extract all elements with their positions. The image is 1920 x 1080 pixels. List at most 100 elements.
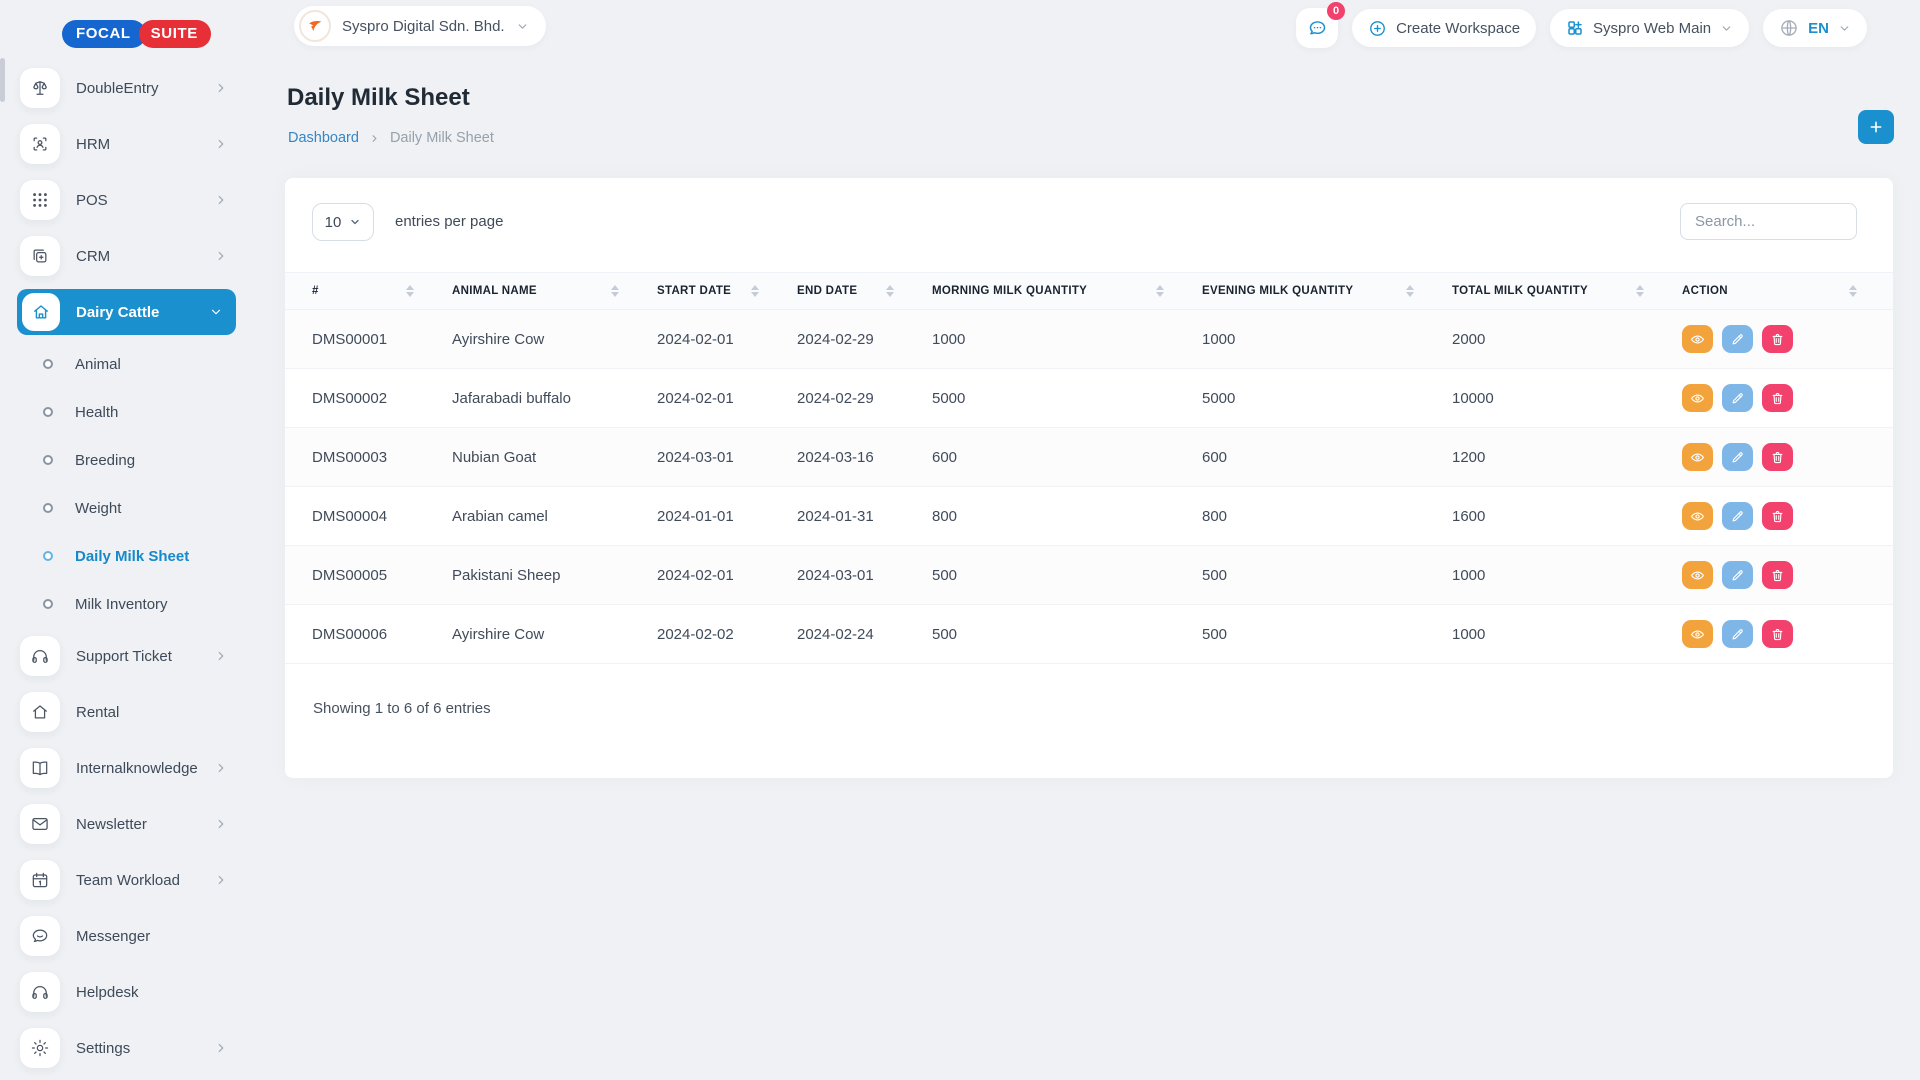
sidebar-subitem-health[interactable]: Health xyxy=(0,388,250,436)
edit-button[interactable] xyxy=(1722,502,1753,530)
cell-animal: Jafarabadi buffalo xyxy=(425,369,630,428)
edit-button[interactable] xyxy=(1722,443,1753,471)
col-header-action[interactable]: ACTION xyxy=(1655,273,1893,310)
cell-start: 2024-02-01 xyxy=(630,310,770,369)
sidebar-item-label: HRM xyxy=(76,136,110,153)
scales-icon xyxy=(20,68,60,108)
app-menu-label: Syspro Web Main xyxy=(1593,20,1711,37)
sidebar-item-team-workload[interactable]: Team Workload xyxy=(0,852,250,908)
home-icon xyxy=(22,293,60,331)
cell-id: DMS00001 xyxy=(285,310,425,369)
table-row: DMS00002 Jafarabadi buffalo 2024-02-01 2… xyxy=(285,369,1893,428)
chevron-down-icon xyxy=(1720,22,1733,35)
col-header-total-milk-quantity[interactable]: TOTAL MILK QUANTITY xyxy=(1425,273,1655,310)
cell-start: 2024-02-01 xyxy=(630,369,770,428)
view-button[interactable] xyxy=(1682,384,1713,412)
cell-id: DMS00003 xyxy=(285,428,425,487)
sidebar-menu: DoubleEntry HRM POS xyxy=(0,60,250,1076)
eye-icon xyxy=(1690,450,1705,465)
sidebar-item-label: Dairy Cattle xyxy=(76,304,159,321)
eye-icon xyxy=(1690,391,1705,406)
view-button[interactable] xyxy=(1682,443,1713,471)
cell-evening: 1000 xyxy=(1175,310,1425,369)
edit-button[interactable] xyxy=(1722,561,1753,589)
col-header-end-date[interactable]: END DATE xyxy=(770,273,905,310)
cell-id: DMS00004 xyxy=(285,487,425,546)
edit-button[interactable] xyxy=(1722,620,1753,648)
chevron-down-icon xyxy=(209,305,223,319)
view-button[interactable] xyxy=(1682,502,1713,530)
delete-button[interactable] xyxy=(1762,325,1793,353)
col-header-morning-milk-quantity[interactable]: MORNING MILK QUANTITY xyxy=(905,273,1175,310)
sidebar-item-helpdesk[interactable]: Helpdesk xyxy=(0,964,250,1020)
sidebar-subitem-breeding[interactable]: Breeding xyxy=(0,436,250,484)
delete-button[interactable] xyxy=(1762,502,1793,530)
sidebar-item-dairy-cattle[interactable]: Dairy Cattle xyxy=(17,289,236,335)
table-header-row: # ANIMAL NAME START DATE END DATE MORNIN… xyxy=(285,273,1893,310)
col-header-start-date[interactable]: START DATE xyxy=(630,273,770,310)
chevron-right-icon xyxy=(214,193,228,207)
delete-button[interactable] xyxy=(1762,620,1793,648)
eye-icon xyxy=(1690,568,1705,583)
table-summary: Showing 1 to 6 of 6 entries xyxy=(313,700,491,717)
col-header-evening-milk-quantity[interactable]: EVENING MILK QUANTITY xyxy=(1175,273,1425,310)
sidebar-item-rental[interactable]: Rental xyxy=(0,684,250,740)
per-page-select[interactable]: 10 xyxy=(312,203,374,241)
sort-icon xyxy=(406,285,414,297)
trash-icon xyxy=(1770,627,1785,642)
delete-button[interactable] xyxy=(1762,443,1793,471)
sidebar-subitem-daily-milk-sheet[interactable]: Daily Milk Sheet xyxy=(0,532,250,580)
daily-milk-sheet-table: # ANIMAL NAME START DATE END DATE MORNIN… xyxy=(285,272,1893,664)
sidebar-item-crm[interactable]: CRM xyxy=(0,228,250,284)
cell-start: 2024-02-02 xyxy=(630,605,770,664)
language-selector[interactable]: EN xyxy=(1763,9,1867,47)
envelope-icon xyxy=(20,804,60,844)
trash-icon xyxy=(1770,332,1785,347)
col-header-id[interactable]: # xyxy=(285,273,425,310)
sidebar-item-pos[interactable]: POS xyxy=(0,172,250,228)
sidebar-subitem-weight[interactable]: Weight xyxy=(0,484,250,532)
sidebar-subitem-milk-inventory[interactable]: Milk Inventory xyxy=(0,580,250,628)
eye-icon xyxy=(1690,332,1705,347)
app-menu-button[interactable]: Syspro Web Main xyxy=(1550,9,1749,47)
cell-evening: 800 xyxy=(1175,487,1425,546)
add-record-button[interactable] xyxy=(1858,110,1894,144)
sidebar-item-hrm[interactable]: HRM xyxy=(0,116,250,172)
view-button[interactable] xyxy=(1682,620,1713,648)
daily-milk-sheet-card: 10 entries per page # ANIMAL NAME START … xyxy=(285,178,1893,778)
sort-icon xyxy=(611,285,619,297)
cell-morning: 800 xyxy=(905,487,1175,546)
chevron-right-icon xyxy=(214,817,228,831)
sidebar-subitem-animal[interactable]: Animal xyxy=(0,340,250,388)
search-input[interactable] xyxy=(1680,203,1857,240)
delete-button[interactable] xyxy=(1762,384,1793,412)
eye-icon xyxy=(1690,627,1705,642)
sidebar-item-doubleentry[interactable]: DoubleEntry xyxy=(0,60,250,116)
breadcrumb-dashboard-link[interactable]: Dashboard xyxy=(288,130,359,146)
delete-button[interactable] xyxy=(1762,561,1793,589)
view-button[interactable] xyxy=(1682,561,1713,589)
sidebar-item-messenger[interactable]: Messenger xyxy=(0,908,250,964)
edit-button[interactable] xyxy=(1722,384,1753,412)
sidebar-item-internalknowledge[interactable]: Internalknowledge xyxy=(0,740,250,796)
sidebar-item-settings[interactable]: Settings xyxy=(0,1020,250,1076)
cell-evening: 5000 xyxy=(1175,369,1425,428)
page-title: Daily Milk Sheet xyxy=(287,84,470,112)
workspace-selector[interactable]: Syspro Digital Sdn. Bhd. xyxy=(294,6,546,46)
sidebar-item-support-ticket[interactable]: Support Ticket xyxy=(0,628,250,684)
sort-icon xyxy=(1849,285,1857,297)
focal-suite-logo[interactable]: FOCAL SUITE xyxy=(62,20,211,48)
view-button[interactable] xyxy=(1682,325,1713,353)
plus-icon xyxy=(1868,119,1884,135)
cell-total: 1000 xyxy=(1425,605,1655,664)
cell-end: 2024-03-16 xyxy=(770,428,905,487)
edit-button[interactable] xyxy=(1722,325,1753,353)
sidebar-item-newsletter[interactable]: Newsletter xyxy=(0,796,250,852)
col-header-animal-name[interactable]: ANIMAL NAME xyxy=(425,273,630,310)
cell-total: 10000 xyxy=(1425,369,1655,428)
create-workspace-button[interactable]: Create Workspace xyxy=(1352,9,1536,47)
notification-badge: 0 xyxy=(1327,2,1345,20)
messages-button[interactable]: 0 xyxy=(1296,8,1338,48)
bullet-icon xyxy=(43,551,53,561)
cell-animal: Nubian Goat xyxy=(425,428,630,487)
